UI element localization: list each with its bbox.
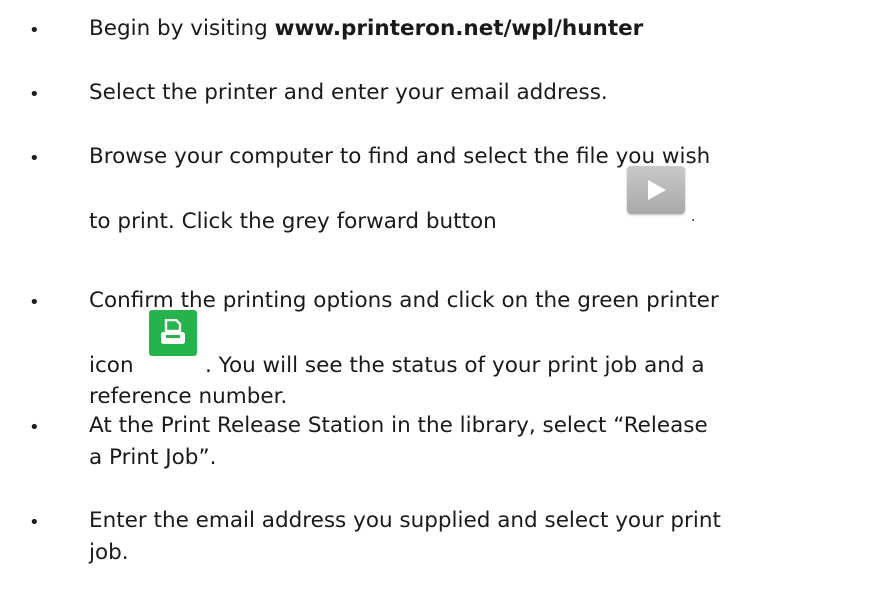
step-5-line-2: a Print Job”. [89,445,217,470]
bullet: • [29,512,40,533]
step-4-line-3: reference number. [89,384,288,409]
step-4-line-2b: . You will see the status of your print … [205,353,705,378]
step-3-line-1: Browse your computer to find and select … [89,144,711,169]
printeron-link[interactable]: www.printeron.net/wpl/hunter [275,16,644,41]
step-6-line-2: job. [89,540,129,565]
instructions-document: • Begin by visiting www.printeron.net/wp… [0,0,878,592]
bullet: • [29,417,40,438]
bullet: • [29,292,40,313]
play-forward-icon [648,180,666,200]
step-4-line-2a: icon [89,353,134,378]
step-2-text: Select the printer and enter your email … [89,80,608,105]
step-3-line-2: to print. Click the grey forward button [89,209,497,234]
bullet: • [29,148,40,169]
printer-button-icon [149,310,197,356]
step-5-line-1: At the Print Release Station in the libr… [89,413,708,438]
step-3-period: . [691,209,696,225]
bullet: • [29,84,40,105]
step-1-text: Begin by visiting www.printeron.net/wpl/… [89,16,643,42]
step-1-prefix: Begin by visiting [89,16,275,41]
step-6-line-1: Enter the email address you supplied and… [89,508,721,533]
printer-icon [161,319,185,344]
bullet: • [29,20,40,41]
forward-button-icon [627,166,685,214]
